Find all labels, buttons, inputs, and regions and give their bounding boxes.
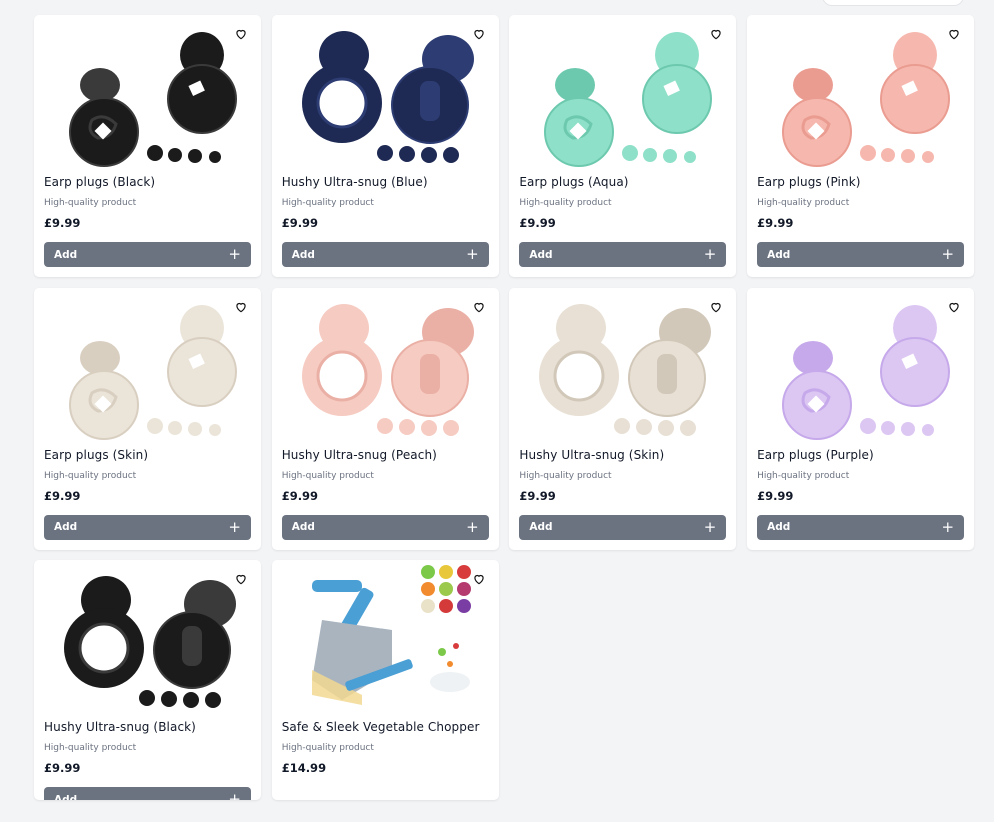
product-name[interactable]: Hushy Ultra-snug (Peach) — [282, 448, 437, 462]
product-card[interactable]: Hushy Ultra-snug (Skin) High-quality pro… — [509, 287, 737, 550]
product-price: £9.99 — [757, 216, 794, 230]
add-button-label: Add — [54, 248, 78, 261]
product-name[interactable]: Hushy Ultra-snug (Blue) — [282, 175, 428, 189]
product-grid: Earp plugs (Black) High-quality product … — [34, 15, 975, 822]
product-price: £9.99 — [281, 216, 319, 230]
add-button-label: Add — [54, 793, 78, 801]
add-button-label: Add — [291, 521, 315, 533]
product-card[interactable]: Earp plugs (Skin) High-quality product £… — [34, 287, 261, 550]
add-button-label: Add — [767, 248, 791, 261]
heart-icon[interactable] — [234, 571, 248, 585]
product-description: High-quality product — [757, 198, 850, 208]
product-price: £9.99 — [281, 488, 319, 503]
product-price: £9.99 — [44, 761, 81, 775]
product-image[interactable] — [44, 15, 251, 167]
product-name[interactable]: Earp plugs (Purple) — [757, 448, 874, 462]
heart-icon[interactable] — [234, 26, 248, 40]
plus-icon: + — [228, 790, 241, 801]
product-name[interactable]: Hushy Ultra-snug (Black) — [44, 720, 196, 734]
heart-icon[interactable] — [947, 26, 961, 40]
plus-icon: + — [228, 517, 241, 536]
product-image[interactable] — [282, 288, 489, 440]
plus-icon: + — [703, 517, 717, 536]
product-description: High-quality product — [281, 198, 374, 208]
add-button-label: Add — [291, 248, 315, 261]
product-description: High-quality product — [519, 198, 612, 208]
add-button-label: Add — [529, 248, 553, 261]
product-card[interactable]: Hushy Ultra-snug (Peach) High-quality pr… — [271, 287, 499, 550]
product-image[interactable] — [519, 288, 726, 440]
plus-icon: + — [941, 517, 955, 536]
product-card[interactable]: Earp plugs (Aqua) High-quality product £… — [509, 15, 737, 277]
add-to-cart-button[interactable]: Add + — [281, 514, 489, 540]
product-image[interactable] — [44, 560, 251, 712]
heart-icon[interactable] — [472, 26, 486, 40]
product-name[interactable]: Earp plugs (Aqua) — [519, 175, 628, 189]
product-image[interactable] — [282, 15, 489, 167]
product-price: £14.99 — [281, 761, 327, 775]
add-to-cart-button[interactable]: Add + — [44, 242, 251, 267]
add-button-label: Add — [767, 521, 791, 533]
product-description: High-quality product — [281, 470, 374, 481]
product-image[interactable] — [757, 15, 964, 167]
plus-icon: + — [703, 245, 717, 263]
add-to-cart-button[interactable]: Add + — [757, 242, 965, 267]
product-name[interactable]: Earp plugs (Skin) — [44, 448, 148, 462]
heart-icon[interactable] — [472, 571, 486, 585]
product-image[interactable] — [44, 288, 251, 440]
add-to-cart-button[interactable]: Add + — [281, 242, 489, 267]
product-card[interactable]: Earp plugs (Purple) High-quality product… — [747, 287, 975, 550]
product-price: £9.99 — [757, 488, 794, 503]
heart-icon[interactable] — [234, 299, 248, 313]
product-price: £9.99 — [44, 488, 81, 503]
product-price: £9.99 — [519, 216, 556, 230]
product-price: £9.99 — [44, 216, 81, 230]
product-image[interactable] — [519, 15, 726, 167]
product-name[interactable]: Earp plugs (Pink) — [757, 175, 860, 189]
product-image[interactable] — [757, 288, 964, 440]
heart-icon[interactable] — [709, 26, 723, 40]
product-image[interactable] — [282, 560, 489, 712]
plus-icon: + — [466, 245, 479, 263]
product-card[interactable]: Earp plugs (Black) High-quality product … — [34, 15, 261, 277]
add-button-label: Add — [54, 521, 78, 533]
product-name[interactable]: Earp plugs (Black) — [44, 175, 155, 189]
product-description: High-quality product — [44, 470, 137, 481]
add-to-cart-button[interactable]: Add + — [519, 514, 727, 540]
product-description: High-quality product — [757, 470, 850, 481]
product-card[interactable]: Safe & Sleek Vegetable Chopper High-qual… — [271, 560, 499, 800]
product-price: £9.99 — [519, 488, 556, 503]
add-to-cart-button[interactable]: Add + — [519, 242, 727, 267]
plus-icon: + — [466, 517, 479, 536]
product-card[interactable]: Hushy Ultra-snug (Black) High-quality pr… — [34, 560, 261, 800]
product-card[interactable]: Earp plugs (Pink) High-quality product £… — [747, 15, 975, 277]
heart-icon[interactable] — [472, 299, 486, 313]
heart-icon[interactable] — [947, 299, 961, 313]
product-description: High-quality product — [44, 743, 137, 753]
add-to-cart-button[interactable]: Add + — [44, 787, 251, 800]
product-card[interactable]: Hushy Ultra-snug (Blue) High-quality pro… — [271, 15, 499, 277]
add-button-label: Add — [529, 521, 553, 533]
add-to-cart-button[interactable]: Add + — [44, 514, 251, 540]
add-to-cart-button[interactable]: Add + — [757, 514, 965, 540]
plus-icon: + — [941, 245, 955, 263]
product-description: High-quality product — [44, 198, 137, 208]
product-description: High-quality product — [519, 470, 612, 481]
product-name[interactable]: Hushy Ultra-snug (Skin) — [519, 448, 664, 462]
plus-icon: + — [228, 245, 241, 263]
product-description: High-quality product — [281, 743, 374, 753]
search-box-edge[interactable] — [822, 0, 964, 6]
product-name[interactable]: Safe & Sleek Vegetable Chopper — [282, 720, 480, 734]
heart-icon[interactable] — [709, 299, 723, 313]
